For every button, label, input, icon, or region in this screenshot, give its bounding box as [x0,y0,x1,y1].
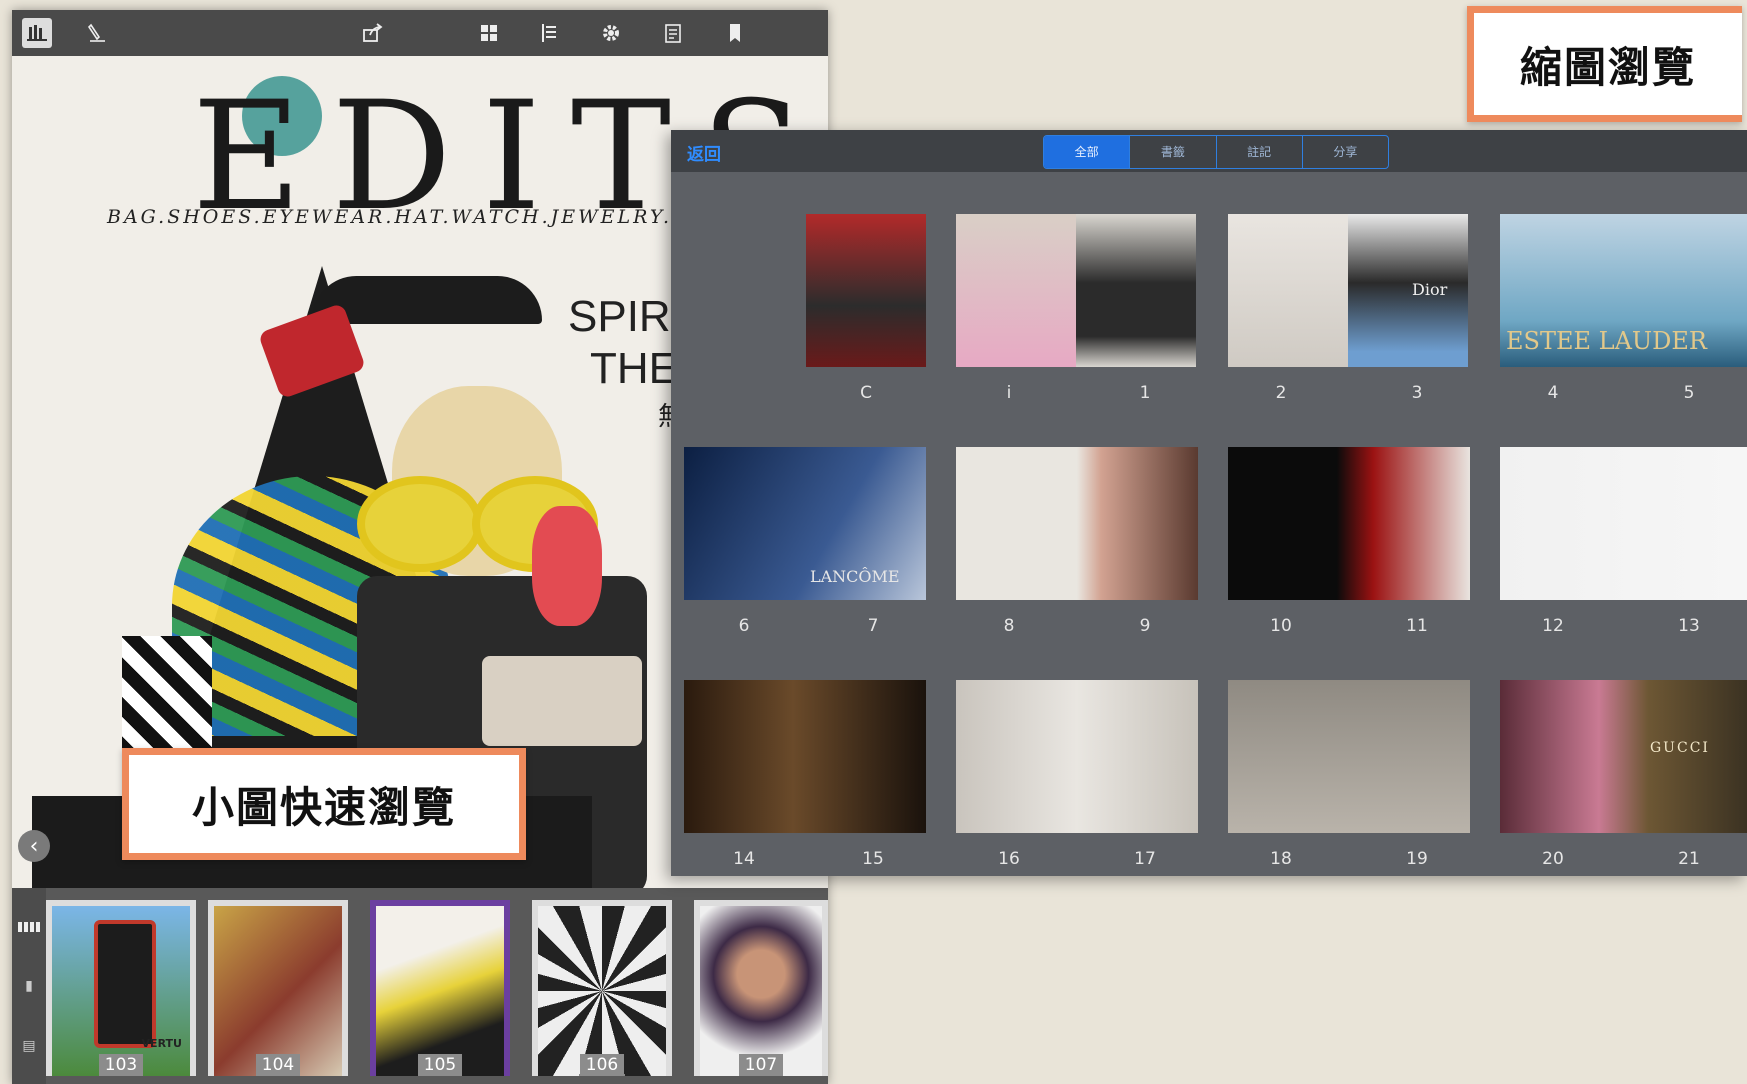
tab-all[interactable]: 全部 [1044,136,1131,168]
thumbnail-label: 21 [1678,849,1700,869]
prev-page-button[interactable]: ‹ [18,830,50,862]
gear-icon[interactable] [596,18,626,48]
thumbnail-label: 20 [1542,849,1564,869]
thumbnail-label: 8 [1003,616,1015,636]
list-icon[interactable] [534,18,564,48]
art-decoration [482,656,642,746]
thumbnail-label: 9 [1139,616,1151,636]
magazine-tagline: BAG.SHOES.EYEWEAR.HAT.WATCH.JEWELRY.MA [107,206,712,228]
brand-mark: VERTU [141,1037,182,1050]
page-thumbnail[interactable]: Dior [1348,214,1468,367]
thumbnail-label: i [1006,383,1012,403]
bookmark-icon[interactable] [720,18,750,48]
strip-thumbnail-selected[interactable]: 105 [370,900,510,1076]
art-decoration [532,506,602,626]
page-thumbnail[interactable]: ESTEE LAUDER [1500,214,1747,367]
brand-mark: LANCÔME [810,567,900,586]
strip-thumbnail[interactable]: 107 [694,900,828,1076]
thumbnail-label: 11 [1406,616,1428,636]
thumbnail-label: 2 [1275,383,1287,403]
strip-page-number: 107 [739,1054,783,1076]
thumbnail-label: 6 [738,616,750,636]
strip-thumbnail[interactable]: 104 [208,900,348,1076]
page-thumbnail[interactable] [1228,447,1470,600]
back-button[interactable]: 返回 [687,140,721,165]
strip-view-icon[interactable] [18,922,40,932]
strip-side-tools: ▮ ▤ [12,888,46,1084]
art-decoration [357,476,483,572]
page-thumbnail[interactable] [1228,680,1470,833]
thumbnail-label: 13 [1678,616,1700,636]
thumbnail-label: 18 [1270,849,1292,869]
thumbnail-label: 16 [998,849,1020,869]
strip-thumbnail[interactable]: 106 [532,900,672,1076]
library-icon[interactable] [22,18,52,48]
reader-toolbar [12,10,828,56]
pen-icon[interactable] [82,18,112,48]
thumbnail-label: C [860,383,872,403]
strip-page-number: 105 [418,1054,462,1076]
page-thumbnail[interactable] [956,680,1198,833]
thumbnail-label: 17 [1134,849,1156,869]
strip-page-number: 106 [580,1054,624,1076]
article-headline: THE [590,344,678,393]
page-thumbnail[interactable] [684,680,926,833]
thumbnail-label: 7 [867,616,879,636]
page-thumbnail[interactable] [1500,447,1747,600]
thumbnail-label: 1 [1139,383,1151,403]
page-thumbnail[interactable]: LANCÔME [684,447,926,600]
tab-notes[interactable]: 註記 [1217,136,1303,168]
tab-bookmarks[interactable]: 書籤 [1130,136,1217,168]
strip-page-number: 104 [256,1054,300,1076]
thumbnail-label: 4 [1547,383,1559,403]
page-thumbnail[interactable] [956,214,1076,367]
page-thumbnail[interactable] [1076,214,1196,367]
thumbnail-label: 15 [862,849,884,869]
filter-segmented-control: 全部 書籤 註記 分享 [1043,135,1389,169]
notes-icon[interactable] [658,18,688,48]
notes-icon[interactable]: ▤ [18,1038,40,1060]
tab-share[interactable]: 分享 [1303,136,1388,168]
callout-small-preview: 小圖快速瀏覽 [122,748,526,860]
page-thumbnail[interactable] [956,447,1198,600]
strip-page-number: 103 [99,1054,143,1076]
brand-mark: Dior [1412,280,1448,299]
bookmark-icon[interactable]: ▮ [18,978,40,1000]
thumbnail-label: 14 [733,849,755,869]
thumbnail-strip: ▮ ▤ VERTU 103 104 105 106 107 [12,888,828,1084]
callout-thumbnail-view: 縮圖瀏覽 [1467,6,1742,122]
thumbnail-grid-panel: 返回 全部 書籤 註記 分享 Dior ESTEE LAUDER C i 1 2… [671,130,1747,876]
share-icon[interactable] [358,18,388,48]
thumbnail-label: 12 [1542,616,1564,636]
strip-thumbnail[interactable]: VERTU 103 [46,900,196,1076]
brand-mark: ESTEE LAUDER [1506,327,1707,355]
grid-header: 返回 全部 書籤 註記 分享 [671,130,1747,172]
thumbnail-label: 10 [1270,616,1292,636]
thumbnail-label: 3 [1411,383,1423,403]
thumbnail-label: 5 [1683,383,1695,403]
page-thumbnail[interactable] [1228,214,1348,367]
thumbnail-label: 19 [1406,849,1428,869]
brand-mark: GUCCI [1650,740,1710,756]
page-thumbnail[interactable] [806,214,926,367]
page-thumbnail[interactable]: GUCCI [1500,680,1747,833]
grid-icon[interactable] [474,18,504,48]
